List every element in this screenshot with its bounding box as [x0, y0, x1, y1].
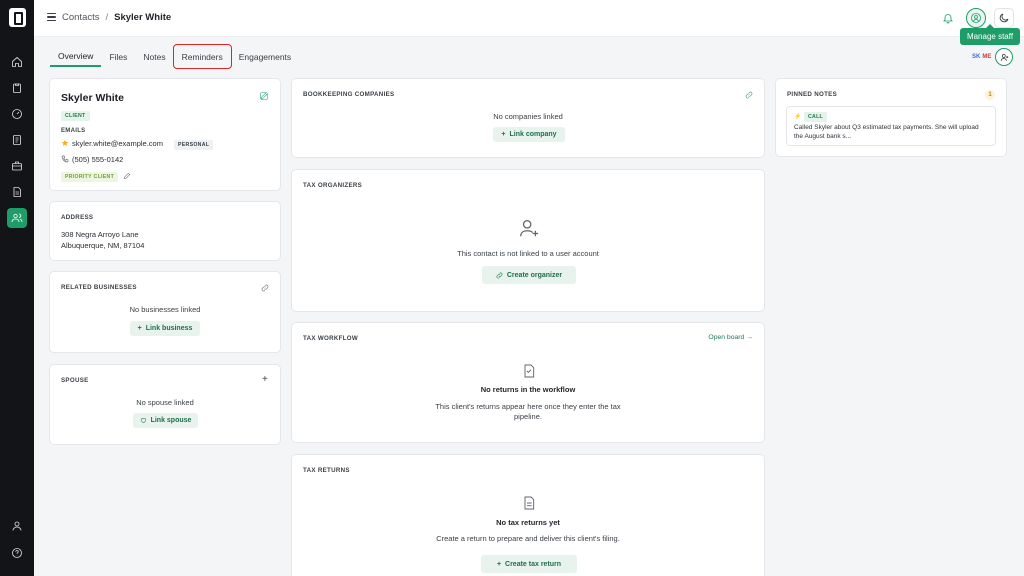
contact-name: Skyler White: [61, 92, 125, 104]
no-companies-text: No companies linked: [493, 112, 563, 121]
avatar-me: ME: [982, 54, 992, 60]
checklist-icon: [521, 363, 537, 381]
create-organizer-button[interactable]: Create organizer: [482, 266, 576, 284]
users-icon[interactable]: [7, 208, 27, 228]
tax-returns-title: TAX RETURNS: [303, 467, 350, 474]
breadcrumb-contacts[interactable]: Contacts: [62, 12, 100, 23]
bookkeeping-card: BOOKKEEPING COMPANIES No companies linke…: [291, 78, 765, 158]
pinned-count-badge: 1: [985, 90, 995, 100]
edit-icon[interactable]: [260, 92, 268, 100]
star-icon: [61, 139, 69, 147]
briefcase-icon[interactable]: [7, 156, 27, 176]
open-board-link[interactable]: Open board →: [708, 334, 753, 341]
address-card: ADDRESS 308 Negra Arroyo Lane Albuquerqu…: [49, 201, 281, 261]
app-logo[interactable]: [9, 8, 26, 27]
pinned-notes-card: PINNED NOTES 1 ⚡ CALL Called Skyler abou…: [775, 78, 1007, 157]
address-line1: 308 Negra Arroyo Lane: [61, 230, 139, 239]
contact-email[interactable]: skyler.white@example.com: [72, 139, 163, 148]
tax-returns-description: Create a return to prepare and deliver t…: [436, 534, 620, 543]
file-icon: [521, 495, 537, 513]
tab-reminders[interactable]: Reminders: [172, 44, 232, 69]
home-icon[interactable]: [7, 52, 27, 72]
call-badge: CALL: [804, 112, 828, 122]
plus-icon: +: [496, 560, 502, 568]
link-spouse-button[interactable]: Link spouse: [133, 413, 198, 428]
menu-icon[interactable]: [47, 13, 56, 22]
staff-avatars[interactable]: SK ME: [972, 48, 1014, 66]
user-icon[interactable]: [7, 516, 27, 536]
priority-badge: PRIORITY CLIENT: [61, 172, 119, 182]
pinned-note[interactable]: ⚡ CALL Called Skyler about Q3 estimated …: [786, 106, 996, 146]
avatar-sk: SK: [972, 54, 981, 60]
tab-bar: Overview Files Notes Reminders Engagemen…: [50, 44, 299, 69]
heart-icon: [140, 418, 146, 424]
link-business-button[interactable]: + Link business: [130, 321, 200, 336]
bell-icon[interactable]: [938, 8, 958, 28]
edit-priority-icon[interactable]: [123, 172, 131, 180]
pinned-note-text: Called Skyler about Q3 estimated tax pay…: [794, 124, 979, 140]
plus-icon: +: [501, 131, 506, 138]
personal-badge: PERSONAL: [174, 140, 214, 150]
spouse-card: SPOUSE + No spouse linked Link spouse: [49, 364, 281, 445]
contact-card: Skyler White CLIENT EMAILS skyler.white@…: [49, 78, 281, 191]
contact-phone[interactable]: (505) 555-0142: [72, 155, 123, 164]
tab-engagements[interactable]: Engagements: [231, 46, 299, 67]
account-button[interactable]: [966, 8, 986, 28]
theme-toggle-icon[interactable]: [994, 8, 1014, 28]
no-spouse-text: No spouse linked: [136, 398, 194, 407]
sidebar: [0, 0, 34, 576]
tax-returns-card: TAX RETURNS No tax returns yet Create a …: [291, 454, 765, 576]
phone-icon: [61, 155, 69, 163]
related-businesses-title: RELATED BUSINESSES: [61, 284, 137, 291]
pin-icon: ⚡: [794, 114, 802, 120]
document-icon[interactable]: [7, 130, 27, 150]
clipboard-icon[interactable]: [7, 78, 27, 98]
breadcrumb-current: Skyler White: [114, 12, 172, 23]
tax-organizers-card: TAX ORGANIZERS This contact is not linke…: [291, 169, 765, 312]
link-icon[interactable]: [261, 284, 269, 292]
no-tax-returns-heading: No tax returns yet: [496, 518, 560, 527]
file-text-icon[interactable]: [7, 182, 27, 202]
tab-notes[interactable]: Notes: [135, 46, 173, 67]
address-title: ADDRESS: [61, 214, 94, 221]
no-businesses-text: No businesses linked: [129, 305, 201, 314]
spouse-title: SPOUSE: [61, 377, 89, 384]
help-icon[interactable]: [7, 543, 27, 563]
gauge-icon[interactable]: [7, 104, 27, 124]
emails-label: EMAILS: [61, 128, 86, 134]
bookkeeping-title: BOOKKEEPING COMPANIES: [303, 91, 395, 98]
top-bar: Contacts / Skyler White: [34, 0, 1024, 37]
link-company-icon[interactable]: [745, 91, 753, 99]
address-line2: Albuquerque, NM, 87104: [61, 241, 145, 250]
pinned-notes-title: PINNED NOTES: [787, 91, 838, 98]
tab-overview[interactable]: Overview: [50, 46, 102, 67]
related-businesses-card: RELATED BUSINESSES No businesses linked …: [49, 271, 281, 353]
tax-workflow-card: TAX WORKFLOW Open board → No returns in …: [291, 322, 765, 443]
user-plus-icon: [518, 217, 540, 241]
tax-workflow-title: TAX WORKFLOW: [303, 335, 359, 342]
tax-organizers-title: TAX ORGANIZERS: [303, 182, 363, 189]
client-badge: CLIENT: [61, 111, 90, 121]
link-company-button[interactable]: + Link company: [493, 127, 565, 142]
no-returns-heading: No returns in the workflow: [480, 385, 576, 394]
workflow-description-1: This client's returns appear here once t…: [435, 402, 621, 411]
add-spouse-icon[interactable]: +: [262, 374, 268, 385]
not-linked-text: This contact is not linked to a user acc…: [457, 249, 599, 258]
create-tax-return-button[interactable]: + Create tax return: [481, 555, 577, 573]
tab-files[interactable]: Files: [101, 46, 135, 67]
plus-icon: +: [137, 325, 142, 332]
link-icon: [496, 272, 503, 278]
workflow-description-2: pipeline.: [514, 412, 542, 421]
manage-staff-button[interactable]: [995, 48, 1014, 66]
manage-staff-tooltip: Manage staff: [960, 24, 1020, 45]
breadcrumb: Contacts / Skyler White: [62, 12, 172, 23]
